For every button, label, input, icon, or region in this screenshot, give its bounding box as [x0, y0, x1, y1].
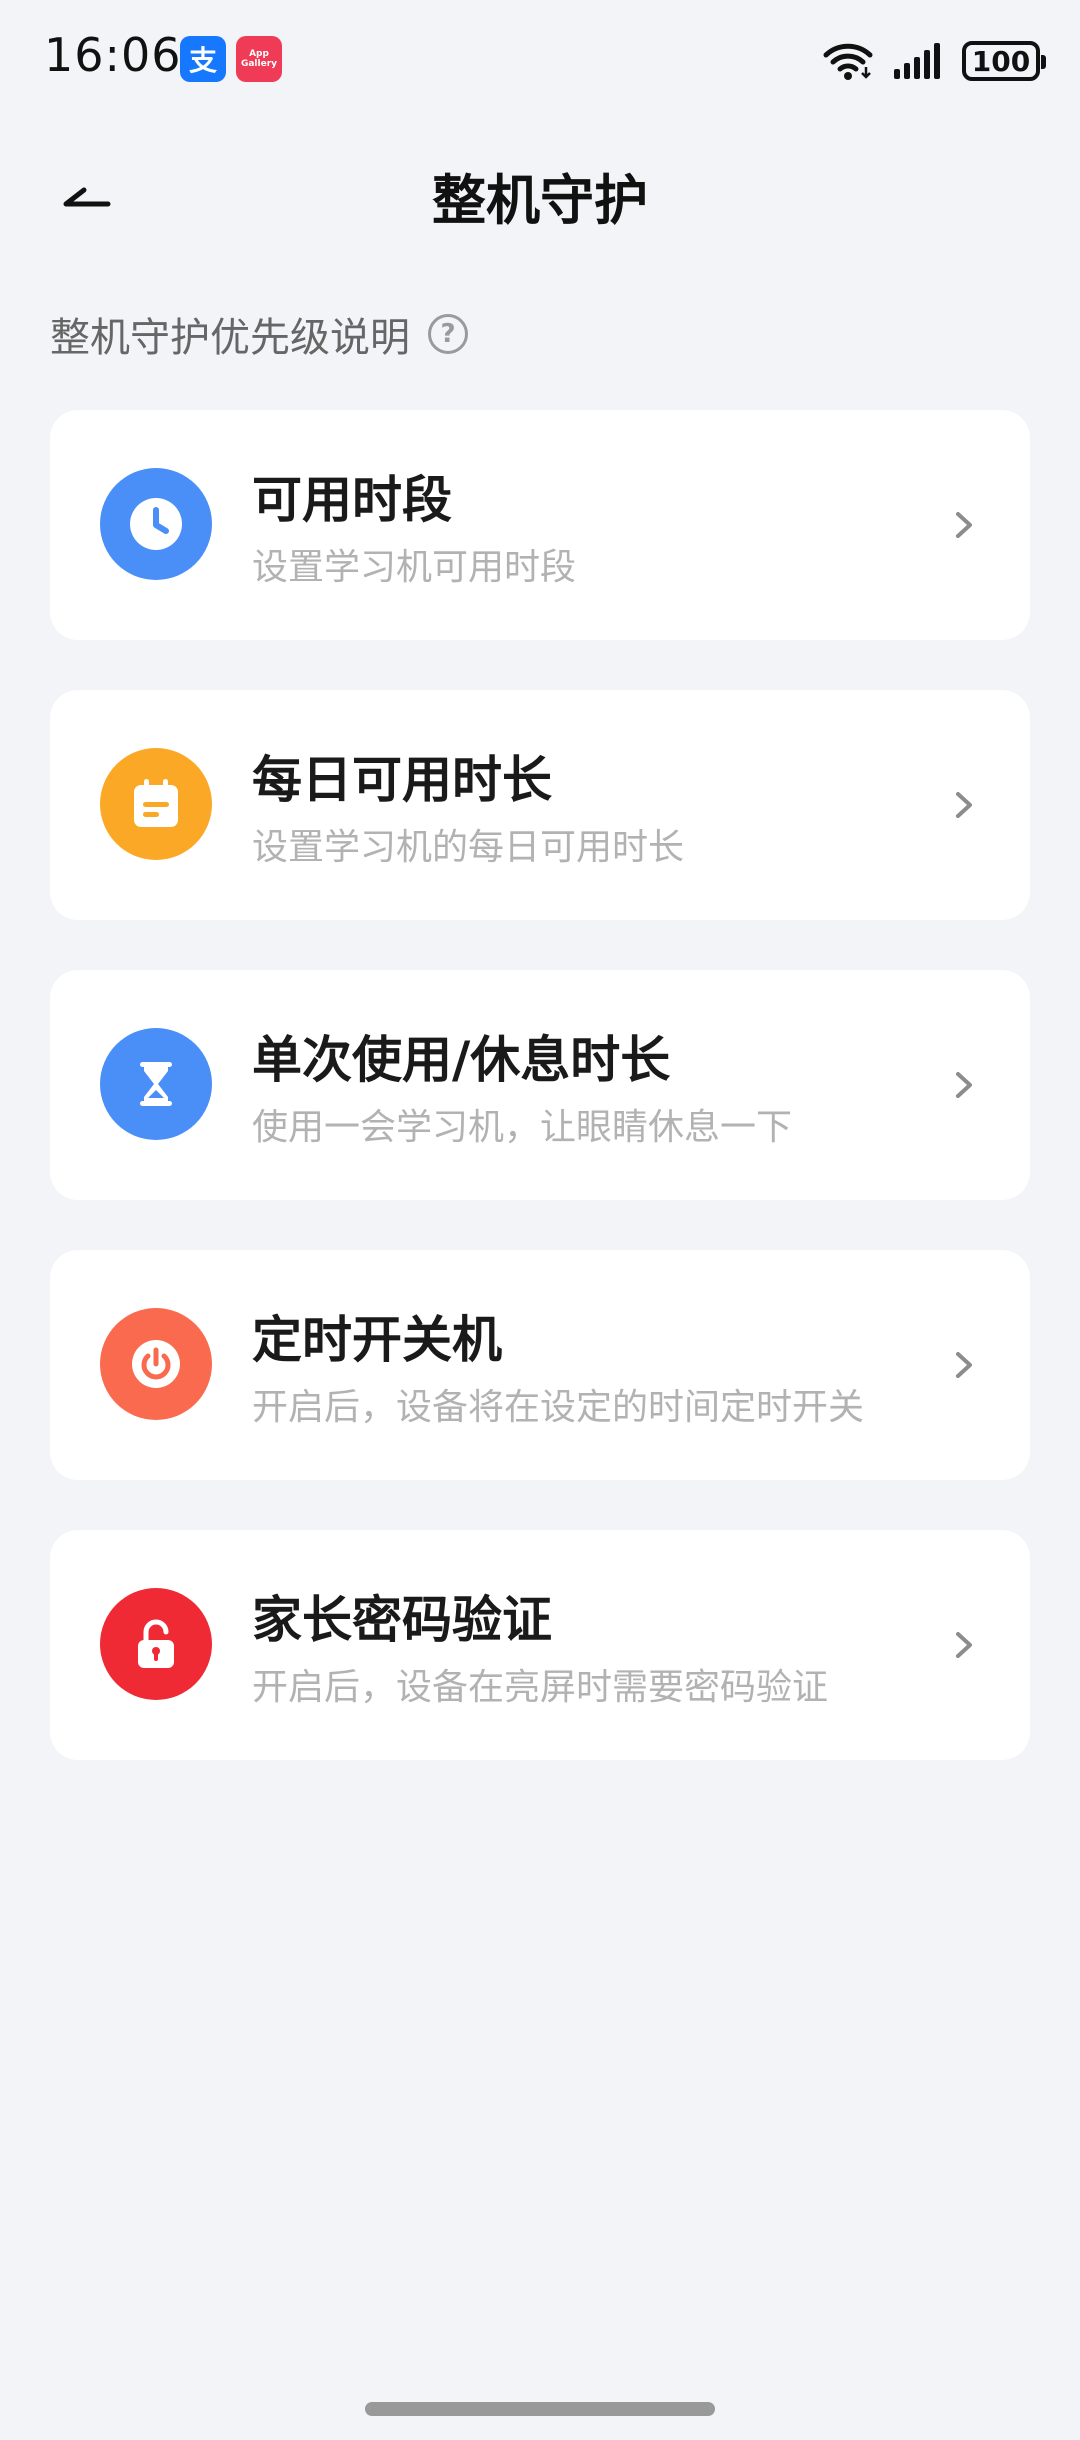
- card-subtitle: 开启后，设备在亮屏时需要密码验证: [252, 1667, 829, 1708]
- clock-icon: [100, 468, 212, 580]
- hourglass-icon: [100, 1028, 212, 1140]
- status-bar: 16:06 支 App Gallery 100: [0, 0, 1080, 120]
- status-time: 16:06: [44, 28, 182, 82]
- appgallery-label: App Gallery: [240, 49, 278, 69]
- card-subtitle: 设置学习机的每日可用时长: [252, 827, 685, 868]
- card-subtitle: 使用一会学习机，让眼睛休息一下: [252, 1107, 793, 1148]
- card-subtitle: 开启后，设备将在设定的时间定时开关: [252, 1387, 865, 1428]
- header: 整机守护: [0, 130, 1080, 250]
- chevron-right-icon: [956, 1632, 972, 1658]
- chevron-right-icon: [956, 512, 972, 538]
- card-available-periods[interactable]: 可用时段 设置学习机可用时段: [50, 410, 1030, 640]
- priority-explanation-label: 整机守护优先级说明: [50, 315, 410, 361]
- chevron-right-icon: [956, 1072, 972, 1098]
- priority-explanation-link[interactable]: 整机守护优先级说明 ?: [50, 305, 468, 363]
- chevron-right-icon: [956, 792, 972, 818]
- card-parent-password[interactable]: 家长密码验证 开启后，设备在亮屏时需要密码验证: [50, 1530, 1030, 1760]
- card-daily-usage[interactable]: 每日可用时长 设置学习机的每日可用时长: [50, 690, 1030, 920]
- appgallery-notification-icon: App Gallery: [236, 36, 282, 82]
- card-title: 可用时段: [252, 471, 452, 529]
- card-title: 家长密码验证: [252, 1591, 552, 1649]
- wifi-icon: [823, 43, 873, 80]
- power-icon: [100, 1308, 212, 1420]
- signal-icon: [894, 43, 940, 79]
- alipay-glyph: 支: [188, 44, 217, 77]
- card-title: 定时开关机: [252, 1311, 502, 1369]
- card-session-rest[interactable]: 单次使用/休息时长 使用一会学习机，让眼睛休息一下: [50, 970, 1030, 1200]
- help-icon[interactable]: ?: [428, 314, 468, 354]
- battery-icon: 100: [962, 41, 1046, 81]
- battery-level: 100: [971, 44, 1031, 78]
- home-indicator[interactable]: [365, 2402, 715, 2416]
- calendar-icon: [100, 748, 212, 860]
- unlock-icon: [100, 1588, 212, 1700]
- card-title: 单次使用/休息时长: [252, 1031, 671, 1089]
- chevron-right-icon: [956, 1352, 972, 1378]
- card-scheduled-power[interactable]: 定时开关机 开启后，设备将在设定的时间定时开关: [50, 1250, 1030, 1480]
- page-title: 整机守护: [432, 169, 648, 232]
- card-subtitle: 设置学习机可用时段: [252, 547, 577, 588]
- card-title: 每日可用时长: [252, 751, 552, 809]
- status-right-group: 100: [822, 36, 1046, 86]
- alipay-notification-icon: 支: [180, 36, 226, 82]
